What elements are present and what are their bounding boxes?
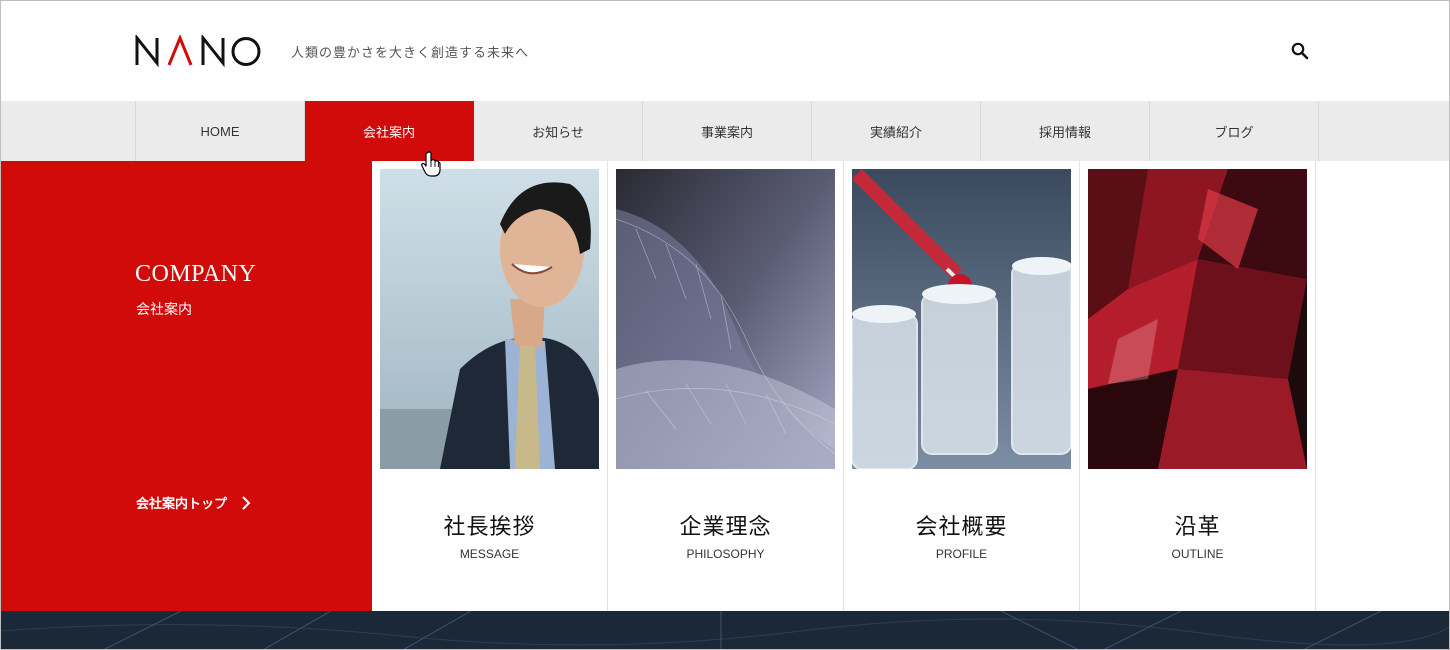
nav-item-label: 事業案内	[700, 124, 753, 140]
site-header: 人類の豊かさを大きく創造する未来へ	[1, 1, 1449, 101]
global-nav: HOME 会社案内 お知らせ 事業案内 実績紹介 採用情報 ブログ	[1, 101, 1449, 161]
card-title: 企業理念	[679, 514, 772, 539]
laboratory-pipette-photo	[852, 169, 1071, 469]
nav-item-label: HOME	[200, 123, 240, 139]
site-tagline: 人類の豊かさを大きく創造する未来へ	[291, 45, 530, 60]
leaf-skeleton-photo	[616, 169, 835, 469]
mega-menu-en-title: COMPANY	[135, 261, 257, 287]
nav-item-business[interactable]: 事業案内	[643, 101, 812, 161]
hand-pointer-cursor-icon	[421, 151, 441, 177]
card-subtitle: OUTLINE	[1171, 547, 1224, 561]
search-icon[interactable]	[1290, 41, 1310, 61]
card-outline[interactable]: 沿革 OUTLINE	[1080, 161, 1316, 611]
nav-item-label: お知らせ	[532, 124, 584, 140]
nav-item-label: 会社案内	[362, 124, 415, 140]
mega-menu-jp-title: 会社案内	[136, 301, 192, 317]
card-philosophy[interactable]: 企業理念 PHILOSOPHY	[608, 161, 844, 611]
company-top-link[interactable]: 会社案内トップ	[136, 493, 251, 512]
nav-item-home[interactable]: HOME	[136, 101, 305, 161]
card-title: 会社概要	[915, 514, 1008, 539]
card-title: 社長挨拶	[443, 514, 536, 539]
nav-item-blog[interactable]: ブログ	[1150, 101, 1319, 161]
company-top-link-label: 会社案内トップ	[136, 496, 228, 511]
leaf-texture-banner	[1, 611, 1449, 649]
browser-frame: 人類の豊かさを大きく創造する未来へ HOME 会社案内 お知らせ 事業案内 実績…	[0, 0, 1450, 650]
chevron-right-icon	[242, 495, 251, 510]
nav-item-label: 実績紹介	[869, 124, 922, 140]
card-profile[interactable]: 会社概要 PROFILE	[844, 161, 1080, 611]
card-subtitle: PHILOSOPHY	[686, 547, 765, 561]
nav-item-label: 採用情報	[1038, 124, 1091, 140]
mega-menu-heading-panel: COMPANY 会社案内 会社案内トップ	[1, 161, 372, 611]
card-message[interactable]: 社長挨拶 MESSAGE	[372, 161, 608, 611]
nav-item-works[interactable]: 実績紹介	[812, 101, 981, 161]
nav-item-label: ブログ	[1214, 124, 1254, 140]
card-subtitle: PROFILE	[935, 547, 988, 561]
nano-logo[interactable]	[135, 33, 263, 68]
nav-item-recruit[interactable]: 採用情報	[981, 101, 1150, 161]
businessman-photo	[380, 169, 599, 469]
card-subtitle: MESSAGE	[459, 547, 520, 561]
card-title: 沿革	[1174, 514, 1221, 539]
mega-menu-cards: 社長挨拶 MESSAGE 企業理念 PHILOSOPHY 会社概要 PROFIL…	[372, 161, 1316, 611]
red-crystal-photo	[1088, 169, 1307, 469]
nav-item-company[interactable]: 会社案内	[305, 101, 474, 161]
nav-item-news[interactable]: お知らせ	[474, 101, 643, 161]
